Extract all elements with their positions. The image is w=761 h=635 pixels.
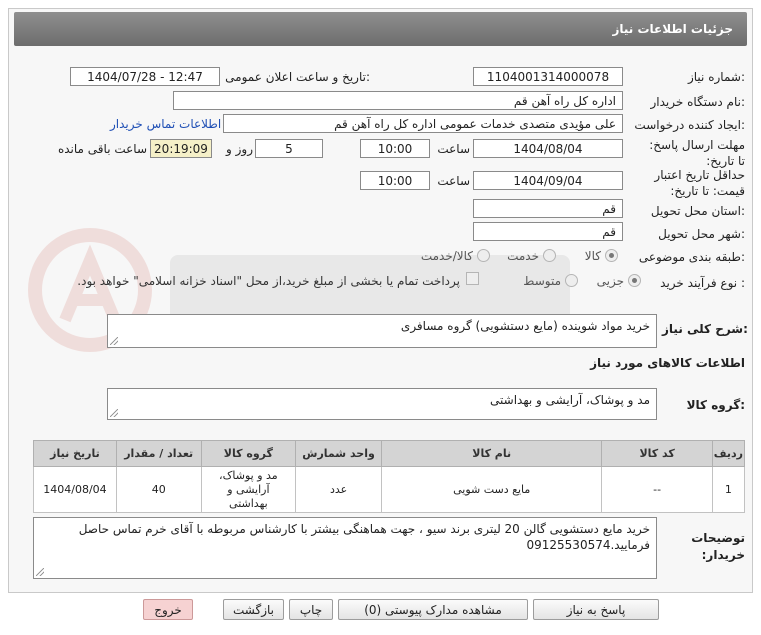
category-service-text: خدمت [507,249,539,263]
cell-need-date: 1404/08/04 [33,466,117,513]
buyer-notes-text: خرید مایع دستشویی گالن 20 لیتری برند سیو… [78,522,650,552]
exit-button[interactable]: خروج [143,599,193,620]
col-header-quantity: تعداد / مقدار [115,440,202,467]
buyer-notes-label-text: توضیحات خریدار: [691,531,745,562]
reply-button[interactable]: پاسخ به نیاز [533,599,659,620]
cell-goods-group: مد و پوشاک، آرایشی و بهداشتی [200,466,297,513]
process-medium-text: متوسط [523,274,561,288]
resize-grip-icon[interactable] [36,568,44,576]
process-partial-radio[interactable] [628,274,641,287]
deadline-time-label: ساعت [437,142,470,156]
cell-item-code: -- [601,466,713,513]
category-service-radio[interactable] [543,249,556,262]
buyer-notes-label: توضیحات خریدار: [662,530,745,564]
delivery-province-field: قم [473,199,623,218]
announce-datetime-label: تاریخ و ساعت اعلان عمومی: [225,70,370,84]
price-validity-date-field: 1404/09/04 [473,171,623,190]
deadline-days-field: 5 [255,139,323,158]
summary-textarea: خرید مواد شوینده (مایع دستشویی) گروه مسا… [107,314,657,348]
need-number-label: شماره نیاز: [687,70,745,84]
panel-header: جزئیات اطلاعات نیاز [14,12,747,46]
summary-label: شرح کلی نیاز: [662,322,748,336]
resize-grip-icon[interactable] [110,409,118,417]
price-validity-label: حداقل تاریخ اعتبار قیمت: تا تاریخ: [640,167,745,199]
delivery-city-field: قم [473,222,623,241]
col-header-item-code: کد کالا [601,440,713,467]
deadline-label: مهلت ارسال پاسخ: تا تاریخ: [640,137,745,169]
deadline-label-text: مهلت ارسال پاسخ: تا تاریخ: [649,138,745,168]
print-button[interactable]: چاپ [289,599,333,620]
col-header-unit: واحد شمارش [295,440,382,467]
goods-group-text: مد و پوشاک، آرایشی و بهداشتی [490,393,650,407]
category-goods-radio[interactable] [605,249,618,262]
goods-group-label: گروه کالا: [686,398,745,412]
delivery-city-label: شهر محل تحویل: [658,227,745,241]
category-label: طبقه بندی موضوعی: [638,250,745,264]
buyer-notes-textarea: خرید مایع دستشویی گالن 20 لیتری برند سیو… [33,517,657,579]
treasury-payment-checkbox[interactable] [466,272,479,285]
buyer-org-label: نام دستگاه خریدار: [650,95,746,109]
price-validity-time-field: 10:00 [360,171,430,190]
cell-row-number: 1 [711,466,746,513]
category-goods-service-text: کالا/خدمت [420,249,473,263]
requester-field: علی مؤیدی متصدی خدمات عمومی اداره کل راه… [223,114,623,133]
cell-item-name: مایع دست شویی [380,466,603,513]
goods-group-textarea: مد و پوشاک، آرایشی و بهداشتی [107,388,657,420]
remaining-time-field: 20:19:09 [150,139,212,158]
deadline-time-field: 10:00 [360,139,430,158]
deadline-date-field: 1404/08/04 [473,139,623,158]
col-header-row-number: ردیف [711,440,746,467]
price-validity-time-label: ساعت [437,174,470,188]
process-type-label: نوع فرآیند خرید : [660,276,745,290]
deadline-days-label: روز و [226,142,253,156]
process-partial-text: جزیی [596,274,624,288]
view-attachments-button[interactable]: مشاهده مدارک پیوستی (0) [338,599,528,620]
category-goods-text: کالا [584,249,601,263]
goods-section-title: اطلاعات کالاهای مورد نیاز [590,356,745,370]
table-header-row: ردیف کد کالا نام کالا واحد شمارش گروه کا… [33,440,746,467]
delivery-province-label: استان محل تحویل: [650,204,745,218]
need-number-field: 1104001314000078 [473,67,623,86]
process-medium-radio[interactable] [565,274,578,287]
page-title: جزئیات اطلاعات نیاز [612,22,733,36]
treasury-payment-note: پرداخت تمام یا بخشی از مبلغ خرید،از محل … [77,274,460,288]
col-header-goods-group: گروه کالا [200,440,297,467]
col-header-item-name: نام کالا [380,440,603,467]
goods-table: ردیف کد کالا نام کالا واحد شمارش گروه کا… [33,440,746,513]
category-goods-service-radio[interactable] [477,249,490,262]
table-row: 1 -- مایع دست شویی عدد مد و پوشاک، آرایش… [33,466,746,513]
col-header-need-date: تاریخ نیاز [33,440,117,467]
back-button[interactable]: بازگشت [223,599,284,620]
resize-grip-icon[interactable] [110,337,118,345]
requester-label: ایجاد کننده درخواست: [634,118,745,132]
cell-quantity: 40 [115,466,202,513]
price-validity-label-text: حداقل تاریخ اعتبار قیمت: تا تاریخ: [654,168,745,198]
remaining-time-label: ساعت باقی مانده [57,142,147,156]
cell-unit: عدد [295,466,382,513]
buyer-org-field: اداره کل راه آهن قم [173,91,623,110]
announce-datetime-field: 1404/07/28 - 12:47 [70,67,220,86]
buyer-contact-link[interactable]: اطلاعات تماس خریدار [110,117,221,131]
summary-text: خرید مواد شوینده (مایع دستشویی) گروه مسا… [400,319,650,333]
